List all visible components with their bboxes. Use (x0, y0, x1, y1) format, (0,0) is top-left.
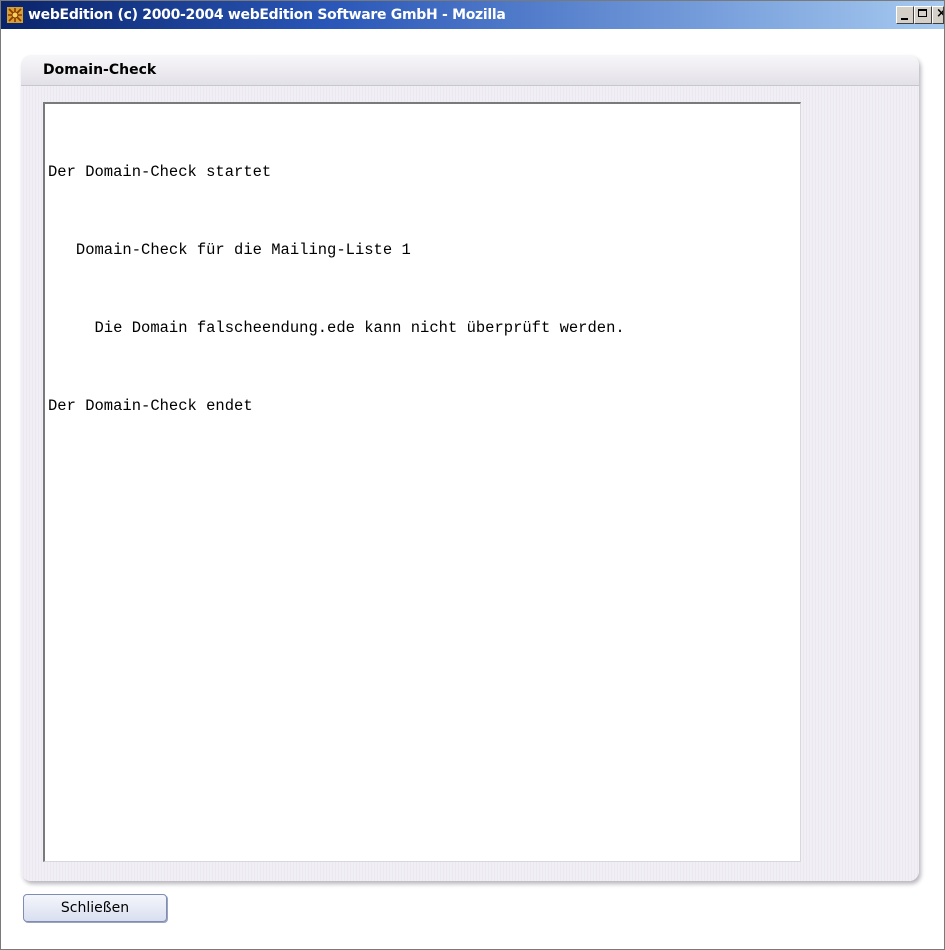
log-line: Domain-Check für die Mailing-Liste 1 (48, 241, 411, 259)
schliessen-button[interactable]: Schließen (23, 894, 167, 922)
close-window-button[interactable]: × (932, 6, 944, 24)
close-icon: × (936, 7, 943, 21)
log-line: Der Domain-Check endet (48, 397, 253, 415)
maximize-button[interactable] (914, 6, 932, 24)
minimize-button[interactable] (896, 6, 914, 24)
panel-body: Der Domain-Check startet Domain-Check fü… (21, 86, 919, 881)
window-title: webEdition (c) 2000-2004 webEdition Soft… (28, 7, 506, 23)
webedition-app-icon (7, 7, 23, 23)
panel-title: Domain-Check (21, 55, 919, 86)
window-controls: × (896, 6, 944, 24)
browser-window: webEdition (c) 2000-2004 webEdition Soft… (0, 0, 945, 950)
log-output-textarea[interactable]: Der Domain-Check startet Domain-Check fü… (43, 102, 801, 862)
log-line: Die Domain falscheendung.ede kann nicht … (48, 319, 625, 337)
window-titlebar[interactable]: webEdition (c) 2000-2004 webEdition Soft… (1, 1, 944, 29)
log-line: Der Domain-Check startet (48, 163, 272, 181)
domain-check-panel: Domain-Check Der Domain-Check startet Do… (21, 55, 919, 881)
